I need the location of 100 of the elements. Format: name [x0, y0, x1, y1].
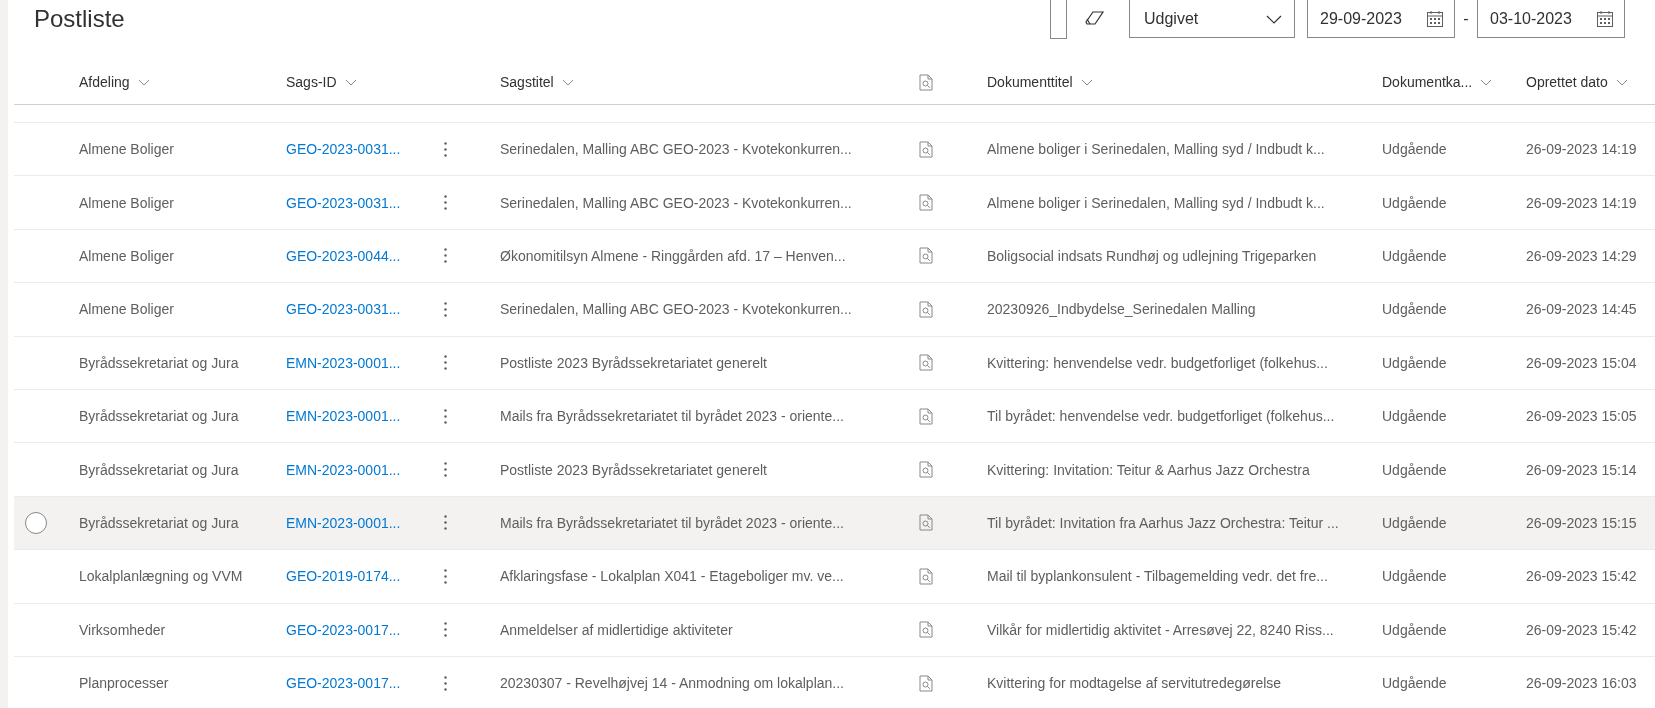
- table-cell-text: Udgående: [1382, 301, 1448, 318]
- document-search-icon[interactable]: [918, 354, 933, 372]
- more-options-icon[interactable]: [444, 515, 447, 531]
- table-row[interactable]: Almene Boliger GEO-2023-0031... Serinedalen, Malling ABC GEO-2023 - Kvotekonkurren... Almene boliger i Serinedalen, Malling syd / Indbudt k... Udgående 26-09-2023 14:19: [14, 122, 1655, 176]
- more-options-icon[interactable]: [444, 675, 447, 691]
- case-id-link[interactable]: GEO-2023-0017...: [286, 675, 401, 692]
- table-row[interactable]: Planprocesser GEO-2023-0017... 20230307 - Revelhøjvej 14 - Anmodning om lokalplan... Kvittering for modtagelse af servitutredegørelse Udgående 26-09-2023 16:03: [14, 655, 1655, 708]
- column-header[interactable]: Oprettet dato: [1526, 74, 1655, 90]
- case-id-link[interactable]: GEO-2023-0031...: [286, 141, 401, 158]
- table-cell-text: Kvittering for modtagelse af servitutredegørelse: [987, 675, 1283, 692]
- table-cell-text: Byrådssekretariat og Jura: [79, 514, 240, 531]
- calendar-icon[interactable]: [1426, 9, 1444, 28]
- document-search-icon[interactable]: [918, 674, 933, 692]
- table-cell-text: Postliste 2023 Byrådssekretariatet generelt: [500, 461, 768, 478]
- document-search-icon[interactable]: [918, 194, 933, 212]
- table-cell-text: Kvittering: henvendelse vedr. budgetforliget (folkehus...: [987, 354, 1329, 371]
- table-row[interactable]: Byrådssekretariat og Jura EMN-2023-0001... Postliste 2023 Byrådssekretariatet generelt Kvittering: Invitation: Teitur & Aarhus Jazz Orchestra Udgående 26-09-2023 15:14: [14, 442, 1655, 496]
- table-cell-text: 26-09-2023 15:14: [1526, 461, 1638, 478]
- case-id-link[interactable]: GEO-2023-0031...: [286, 301, 401, 318]
- column-header[interactable]: Afdeling: [79, 74, 286, 90]
- table-cell-text: 26-09-2023 15:42: [1526, 621, 1638, 638]
- table-cell-text: 26-09-2023 14:19: [1526, 194, 1638, 211]
- date-type-dropdown[interactable]: Udgivet: [1129, 0, 1295, 38]
- more-options-icon[interactable]: [444, 355, 447, 371]
- table-row[interactable]: Almene Boliger GEO-2023-0031... Serinedalen, Malling ABC GEO-2023 - Kvotekonkurren... 20230926_Indbydelse_Serinedalen Malling Udgående 26-09-2023 14:45: [14, 282, 1655, 336]
- document-search-icon[interactable]: [918, 514, 933, 532]
- case-id-link[interactable]: EMN-2023-0001...: [286, 354, 401, 371]
- table-cell-text: Byrådssekretariat og Jura: [79, 408, 240, 425]
- eraser-icon[interactable]: [1085, 10, 1105, 26]
- document-search-icon[interactable]: [918, 461, 933, 479]
- range-separator: -: [1462, 10, 1470, 28]
- more-options-icon[interactable]: [444, 568, 447, 584]
- column-header[interactable]: Sags-ID: [286, 74, 430, 90]
- narrow-field[interactable]: [1050, 0, 1067, 39]
- table-cell-text: Udgående: [1382, 675, 1448, 692]
- case-id-link[interactable]: GEO-2023-0017...: [286, 621, 401, 638]
- document-search-icon[interactable]: [918, 300, 933, 318]
- document-search-icon[interactable]: [918, 567, 933, 585]
- table-cell-text: Udgående: [1382, 354, 1448, 371]
- table-cell-text: Byrådssekretariat og Jura: [79, 461, 240, 478]
- column-header[interactable]: Dokumenttitel: [987, 74, 1382, 90]
- more-options-icon[interactable]: [444, 462, 447, 478]
- table-cell-text: Byrådssekretariat og Jura: [79, 354, 240, 371]
- date-field[interactable]: 03-10-2023: [1477, 0, 1625, 38]
- document-search-icon[interactable]: [918, 73, 933, 91]
- table-cell-text: 26-09-2023 15:05: [1526, 408, 1638, 425]
- table-cell-text: Planprocesser: [79, 675, 170, 692]
- table-cell-text: Mails fra Byrådssekretariatet til byrådet 2023 - oriente...: [500, 514, 845, 531]
- table-row[interactable]: Virksomheder GEO-2023-0017... Anmeldelser af midlertidige aktiviteter Vilkår for midlertidig aktivitet - Arresøvej 22, 8240 Riss... Udgående 26-09-2023 15:42: [14, 602, 1655, 656]
- more-options-icon[interactable]: [444, 408, 447, 424]
- table-cell-text: Mail til byplankonsulent - Tilbagemelding vedr. det fre...: [987, 568, 1329, 585]
- more-options-icon[interactable]: [444, 301, 447, 317]
- table-cell-text: Afklaringsfase - Lokalplan X041 - Etageboliger mv. ve...: [500, 568, 845, 585]
- page-title: Postliste: [34, 5, 125, 33]
- table-cell-text: Udgående: [1382, 514, 1448, 531]
- table-row[interactable]: Almene Boliger GEO-2023-0031... Serinedalen, Malling ABC GEO-2023 - Kvotekonkurren... Almene boliger i Serinedalen, Malling syd / Indbudt k... Udgående 26-09-2023 14:19: [14, 175, 1655, 229]
- table-cell-text: Serinedalen, Malling ABC GEO-2023 - Kvotekonkurren...: [500, 194, 853, 211]
- table-cell-text: 26-09-2023 14:29: [1526, 247, 1638, 264]
- document-search-icon[interactable]: [918, 247, 933, 265]
- table-cell-text: Almene boliger i Serinedalen, Malling syd / Indbudt k...: [987, 194, 1326, 211]
- table-row[interactable]: Lokalplanlægning og VVM GEO-2019-0174... Afklaringsfase - Lokalplan X041 - Etageboliger mv. ve... Mail til byplankonsulent - Tilbagemelding vedr. det fre... Udgående 26-09-2023 15:42: [14, 549, 1655, 603]
- column-header[interactable]: Dokumentka...: [1382, 74, 1526, 90]
- case-id-link[interactable]: EMN-2023-0001...: [286, 514, 401, 531]
- more-options-icon[interactable]: [444, 141, 447, 157]
- date-field[interactable]: 29-09-2023: [1307, 0, 1455, 38]
- case-id-link[interactable]: EMN-2023-0001...: [286, 408, 401, 425]
- document-search-icon[interactable]: [918, 621, 933, 639]
- case-id-link[interactable]: EMN-2023-0001...: [286, 461, 401, 478]
- table-cell-text: 26-09-2023 14:45: [1526, 301, 1638, 318]
- table-row[interactable]: Byrådssekretariat og Jura EMN-2023-0001... Mails fra Byrådssekretariatet til byrådet 2023 - oriente... Til byrådet: henvendelse vedr. budgetforliget (folkehus... Udgående 26-09-2023 15:05: [14, 388, 1655, 443]
- table-cell-text: Mails fra Byrådssekretariatet til byrådet 2023 - oriente...: [500, 408, 845, 425]
- table-cell-text: Udgående: [1382, 141, 1448, 158]
- table-cell-text: Kvittering: Invitation: Teitur & Aarhus Jazz Orchestra: [987, 461, 1311, 478]
- more-options-icon[interactable]: [444, 195, 447, 211]
- document-search-icon[interactable]: [918, 407, 933, 425]
- table-cell-text: Boligsocial indsats Rundhøj og udlejning Trigeparken: [987, 247, 1318, 264]
- table-cell-text: 26-09-2023 14:19: [1526, 141, 1638, 158]
- table-cell-text: Udgående: [1382, 194, 1448, 211]
- case-id-link[interactable]: GEO-2019-0174...: [286, 568, 401, 585]
- table-cell-text: Virksomheder: [79, 621, 167, 638]
- column-header[interactable]: Sagstitel: [500, 74, 900, 90]
- table-cell-text: 20230926_Indbydelse_Serinedalen Malling: [987, 301, 1257, 318]
- case-id-link[interactable]: GEO-2023-0044...: [286, 247, 401, 264]
- table-cell-text: Udgående: [1382, 461, 1448, 478]
- document-search-icon[interactable]: [918, 140, 933, 158]
- table-row[interactable]: Almene Boliger GEO-2023-0044... Økonomitilsyn Almene - Ringgården afd. 17 – Henven... Boligsocial indsats Rundhøj og udlejning Trigeparken Udgående 26-09-2023 14:29: [14, 228, 1655, 283]
- more-options-icon[interactable]: [444, 622, 447, 638]
- more-options-icon[interactable]: [444, 248, 447, 264]
- table-row[interactable]: Byrådssekretariat og Jura EMN-2023-0001... Mails fra Byrådssekretariatet til byrådet 2023 - oriente... Til byrådet: Invitation fra Aarhus Jazz Orchestra: Teitur ... Udgående 26-09-2023 15:15: [14, 495, 1655, 550]
- table-cell-text: Postliste 2023 Byrådssekretariatet generelt: [500, 354, 768, 371]
- table-cell-text: Udgående: [1382, 621, 1448, 638]
- row-select-radio[interactable]: [25, 511, 47, 534]
- calendar-icon[interactable]: [1596, 9, 1614, 28]
- table-cell-text: Til byrådet: henvendelse vedr. budgetforliget (folkehus...: [987, 408, 1336, 425]
- table-cell-text: 26-09-2023 15:15: [1526, 514, 1638, 531]
- table-cell-text: 20230307 - Revelhøjvej 14 - Anmodning om lokalplan...: [500, 675, 845, 692]
- table-row[interactable]: Byrådssekretariat og Jura EMN-2023-0001... Postliste 2023 Byrådssekretariatet generelt Kvittering: henvendelse vedr. budgetforliget (folkehus... Udgående 26-09-2023 15:04: [14, 335, 1655, 389]
- table-cell-text: Udgående: [1382, 408, 1448, 425]
- table-cell-text: Lokalplanlægning og VVM: [79, 568, 244, 585]
- case-id-link[interactable]: GEO-2023-0031...: [286, 194, 401, 211]
